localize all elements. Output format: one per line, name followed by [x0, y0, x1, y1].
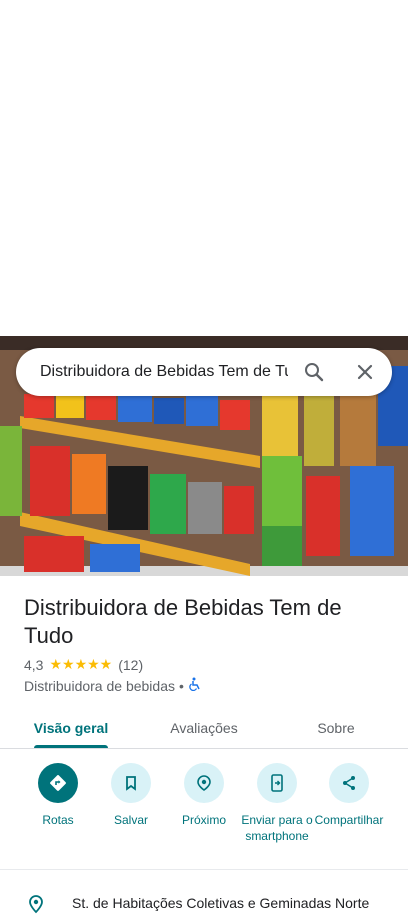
save-label: Salvar [113, 813, 148, 827]
tab-bar: Visão geral Avaliações Sobre [0, 708, 408, 749]
address-text[interactable]: St. de Habitações Coletivas e Geminadas … [72, 895, 369, 911]
review-count[interactable]: (12) [118, 657, 143, 673]
place-title: Distribuidora de Bebidas Tem de Tudo [24, 595, 342, 648]
tab-about[interactable]: Sobre [300, 708, 372, 748]
search-icon[interactable] [302, 360, 326, 384]
separator: • [178, 677, 184, 694]
share-icon [329, 763, 369, 803]
send-to-phone-label: Enviar para o smartphone [241, 813, 313, 843]
share-label: Compartilhar [314, 813, 384, 827]
nearby-label: Próximo [181, 813, 226, 827]
star-rating: ★★★★★ [49, 656, 113, 672]
location-pin-icon [26, 894, 46, 919]
rating-row[interactable]: 4,3 ★★★★★ (12) [24, 656, 143, 673]
close-icon[interactable] [353, 360, 377, 384]
send-to-phone-button[interactable]: Enviar para o smartphone [239, 760, 315, 844]
directions-label: Rotas [42, 813, 74, 827]
map-area[interactable] [0, 0, 408, 336]
category-label[interactable]: Distribuidora de bebidas [24, 678, 175, 694]
directions-icon [38, 763, 78, 803]
directions-button[interactable]: Rotas [20, 760, 96, 828]
category-row: Distribuidora de bebidas • [24, 677, 202, 694]
tab-reviews[interactable]: Avaliações [150, 708, 258, 748]
nearby-icon [184, 763, 224, 803]
active-tab-indicator [34, 745, 108, 748]
divider [0, 869, 408, 870]
tab-overview[interactable]: Visão geral [20, 708, 122, 748]
save-button[interactable]: Salvar [93, 760, 169, 828]
search-bar[interactable]: Distribuidora de Bebidas Tem de Tudo [16, 348, 392, 396]
bookmark-icon [111, 763, 151, 803]
share-button[interactable]: Compartilhar [311, 760, 387, 828]
search-input[interactable]: Distribuidora de Bebidas Tem de Tudo [40, 363, 288, 381]
wheelchair-icon [188, 677, 202, 694]
nearby-button[interactable]: Próximo [166, 760, 242, 828]
send-to-phone-icon [257, 763, 297, 803]
rating-value: 4,3 [24, 656, 44, 673]
action-bar: Rotas Salvar Próximo Enviar para o smart… [0, 760, 408, 870]
